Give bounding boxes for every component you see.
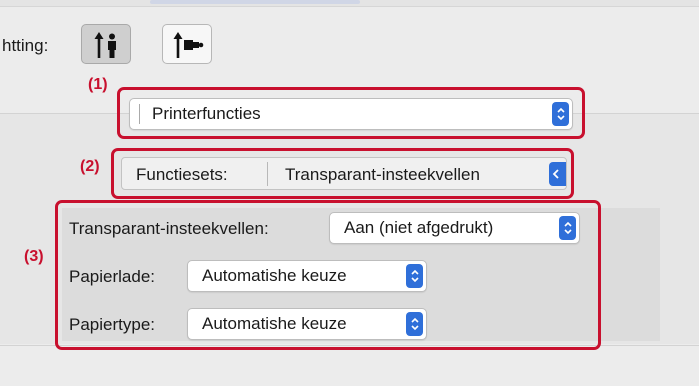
overlay-sheets-label: Transparant-insteekvellen: (69, 219, 269, 238)
paper-tray-select[interactable]: Automatishe keuze (187, 260, 427, 292)
orientation-label: htting: (2, 36, 49, 55)
updown-chevron-icon (556, 107, 565, 121)
callout-1: (1) (88, 76, 108, 93)
paper-type-select[interactable]: Automatishe keuze (187, 308, 427, 340)
paper-tray-stepper[interactable] (406, 264, 423, 288)
portrait-orientation-icon (94, 32, 116, 58)
panel-select-stepper[interactable] (552, 102, 569, 126)
overlay-sheets-stepper[interactable] (559, 216, 576, 240)
landscape-orientation-button[interactable] (162, 24, 212, 64)
scroll-indicator[interactable] (150, 0, 360, 4)
panel-select-value: Printerfuncties (152, 104, 261, 123)
feature-sets-control[interactable]: Functiesets: Transparant-insteekvellen (121, 157, 567, 190)
callout-3: (3) (24, 248, 44, 265)
paper-type-value: Automatishe keuze (202, 314, 347, 333)
paper-tray-value: Automatishe keuze (202, 266, 347, 285)
updown-chevron-icon (563, 221, 572, 235)
feature-sets-value: Transparant-insteekvellen (285, 165, 480, 184)
portrait-orientation-button[interactable] (81, 24, 131, 64)
select-divider (139, 104, 140, 124)
paper-type-stepper[interactable] (406, 312, 423, 336)
paper-type-label: Papiertype: (69, 315, 155, 334)
feature-sets-label: Functiesets: (136, 165, 228, 184)
landscape-orientation-icon (173, 32, 204, 58)
feature-sets-stepper[interactable] (549, 162, 566, 186)
paper-tray-label: Papierlade: (69, 267, 156, 286)
chevron-left-icon (552, 169, 559, 179)
overlay-sheets-value: Aan (niet afgedrukt) (344, 218, 494, 237)
updown-chevron-icon (410, 317, 419, 331)
callout-2: (2) (80, 158, 100, 175)
overlay-sheets-select[interactable]: Aan (niet afgedrukt) (329, 212, 580, 244)
top-scroll-strip (0, 0, 699, 7)
panel-select[interactable]: Printerfuncties (129, 98, 573, 130)
updown-chevron-icon (410, 269, 419, 283)
feature-sets-divider (267, 162, 268, 186)
footer-area (0, 346, 699, 386)
